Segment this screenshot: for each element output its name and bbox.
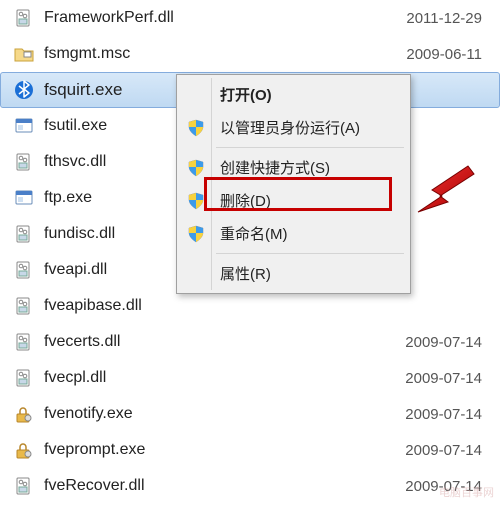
file-name: fvecpl.dll bbox=[44, 369, 390, 387]
menu-rename[interactable]: 重命名(M) bbox=[180, 217, 407, 250]
file-row[interactable]: fvecpl.dll 2009-07-14 bbox=[0, 360, 500, 396]
dll-icon bbox=[14, 368, 34, 388]
file-name: fsmgmt.msc bbox=[44, 45, 390, 63]
dll-icon bbox=[14, 296, 34, 316]
menu-label: 创建快捷方式(S) bbox=[220, 157, 330, 178]
file-row[interactable]: fsmgmt.msc 2009-06-11 bbox=[0, 36, 500, 72]
context-menu: 打开(O) 以管理员身份运行(A) 创建快捷方式(S) 删除(D) 重命名(M)… bbox=[176, 74, 411, 294]
watermark: 电脑百事网 bbox=[439, 484, 494, 500]
menu-label: 重命名(M) bbox=[220, 223, 288, 244]
file-row[interactable]: FrameworkPerf.dll 2011-12-29 bbox=[0, 0, 500, 36]
lock-icon bbox=[14, 440, 34, 460]
file-row[interactable]: fveRecover.dll 2009-07-14 bbox=[0, 468, 500, 504]
menu-properties[interactable]: 属性(R) bbox=[180, 257, 407, 290]
file-date: 2009-07-14 bbox=[390, 406, 500, 423]
menu-create-shortcut[interactable]: 创建快捷方式(S) bbox=[180, 151, 407, 184]
menu-label: 属性(R) bbox=[220, 263, 271, 284]
dll-icon bbox=[14, 476, 34, 496]
file-date: 2009-07-14 bbox=[390, 370, 500, 387]
menu-label: 以管理员身份运行(A) bbox=[220, 117, 360, 138]
menu-label: 删除(D) bbox=[220, 190, 271, 211]
msc-icon bbox=[14, 44, 34, 64]
dll-icon bbox=[14, 260, 34, 280]
dll-icon bbox=[14, 152, 34, 172]
file-row[interactable]: fvecerts.dll 2009-07-14 bbox=[0, 324, 500, 360]
dll-icon bbox=[14, 332, 34, 352]
menu-separator bbox=[216, 253, 404, 254]
file-name: FrameworkPerf.dll bbox=[44, 9, 390, 27]
file-date: 2009-07-14 bbox=[390, 442, 500, 459]
menu-delete[interactable]: 删除(D) bbox=[180, 184, 407, 217]
uac-shield-icon bbox=[187, 119, 205, 137]
exe-icon bbox=[14, 188, 34, 208]
file-name: fveapibase.dll bbox=[44, 297, 390, 315]
file-date: 2009-06-11 bbox=[390, 46, 500, 63]
dll-icon bbox=[14, 8, 34, 28]
file-row[interactable]: fveprompt.exe 2009-07-14 bbox=[0, 432, 500, 468]
menu-run-as-admin[interactable]: 以管理员身份运行(A) bbox=[180, 111, 407, 144]
file-name: fvecerts.dll bbox=[44, 333, 390, 351]
uac-shield-icon bbox=[187, 192, 205, 210]
file-name: fveprompt.exe bbox=[44, 441, 390, 459]
uac-shield-icon bbox=[187, 159, 205, 177]
file-name: fveRecover.dll bbox=[44, 477, 390, 495]
lock-icon bbox=[14, 404, 34, 424]
menu-separator bbox=[216, 147, 404, 148]
file-date: 2009-07-14 bbox=[390, 334, 500, 351]
file-date: 2011-12-29 bbox=[390, 10, 500, 27]
menu-label: 打开(O) bbox=[220, 84, 272, 105]
exe-icon bbox=[14, 116, 34, 136]
menu-open[interactable]: 打开(O) bbox=[180, 78, 407, 111]
dll-icon bbox=[14, 224, 34, 244]
uac-shield-icon bbox=[187, 225, 205, 243]
bluetooth-icon bbox=[14, 80, 34, 100]
file-name: fvenotify.exe bbox=[44, 405, 390, 423]
file-row[interactable]: fvenotify.exe 2009-07-14 bbox=[0, 396, 500, 432]
